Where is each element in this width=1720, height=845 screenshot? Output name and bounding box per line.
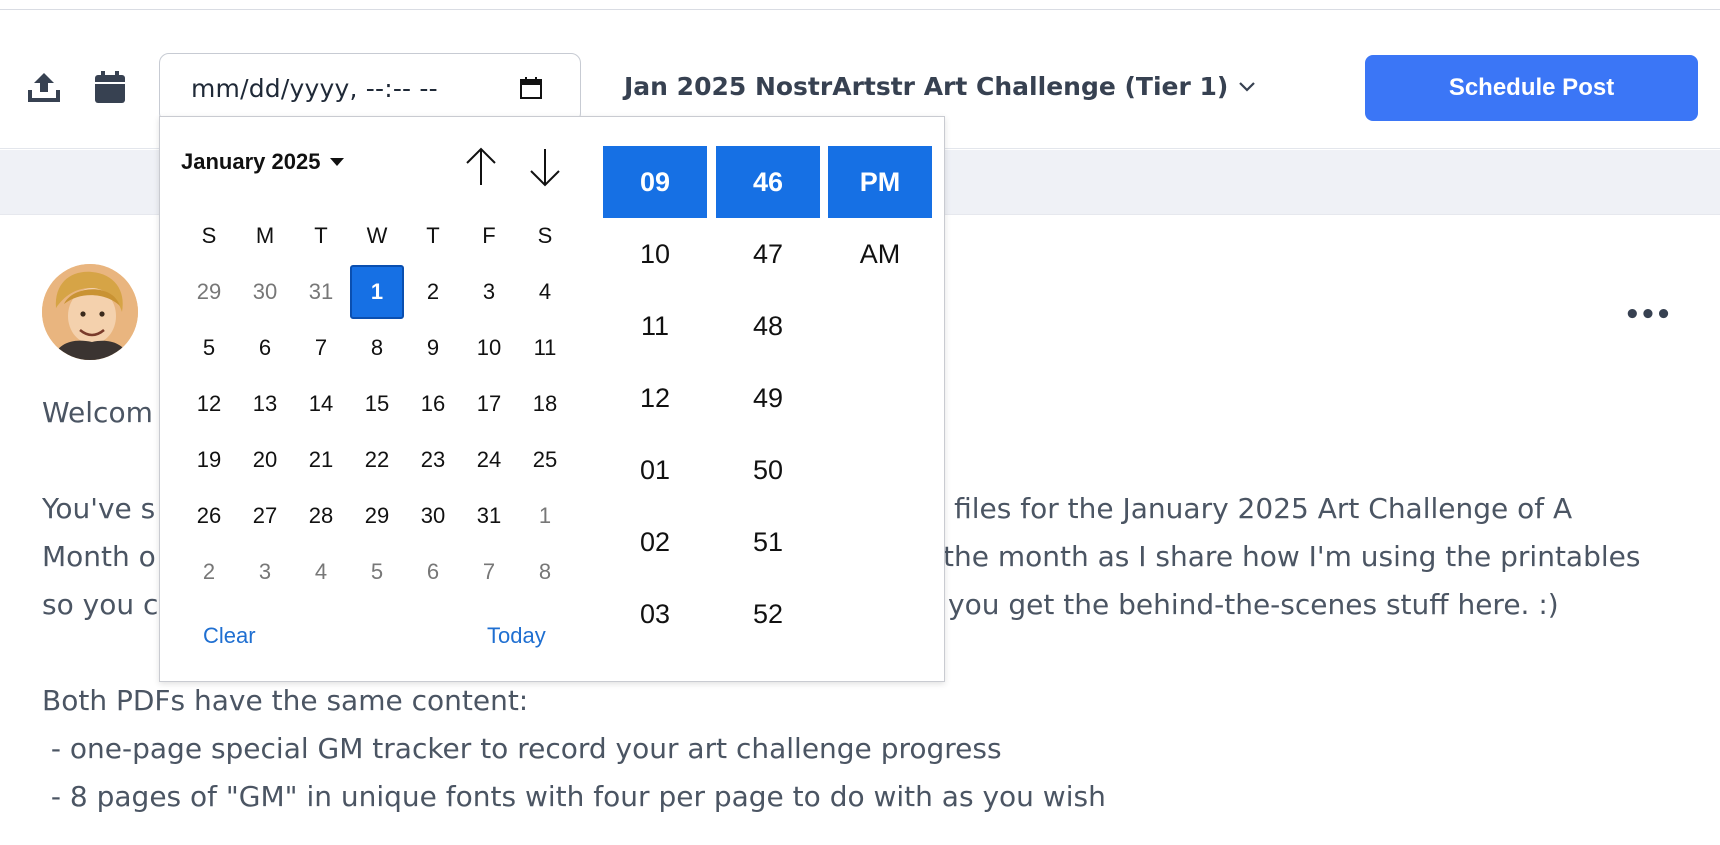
hour-option[interactable]: 09 (603, 146, 707, 218)
calendar-day[interactable]: 14 (294, 377, 348, 431)
calendar-icon[interactable] (91, 68, 129, 106)
calendar-day[interactable]: 10 (462, 321, 516, 375)
calendar-day[interactable]: 7 (294, 321, 348, 375)
post-line-5: Both PDFs have the same content: (42, 684, 529, 717)
calendar-day[interactable]: 21 (294, 433, 348, 487)
calendar-day[interactable]: 29 (182, 265, 236, 319)
calendar-day[interactable]: 30 (238, 265, 292, 319)
weekday-sat: S (537, 223, 553, 248)
ampm-option[interactable]: AM (828, 218, 932, 290)
next-month-arrow-icon[interactable] (525, 145, 565, 189)
weekday-tue: T (314, 223, 328, 248)
hour-option[interactable]: 03 (603, 578, 707, 650)
calendar-day[interactable]: 6 (406, 545, 460, 599)
minute-option[interactable]: 51 (716, 506, 820, 578)
weekday-wed: W (366, 223, 388, 248)
hour-option[interactable]: 10 (603, 218, 707, 290)
schedule-datetime-input[interactable]: mm/dd/yyyy, --:-- -- (159, 53, 581, 123)
challenge-label: Jan 2025 NostrArtstr Art Challenge (Tier… (624, 72, 1229, 101)
more-options-icon[interactable]: ••• (1624, 300, 1672, 330)
upload-icon[interactable] (25, 68, 63, 106)
calendar-day[interactable]: 16 (406, 377, 460, 431)
calendar-day[interactable]: 30 (406, 489, 460, 543)
calendar-day[interactable]: 3 (238, 545, 292, 599)
post-line-4b: you get the behind-the-scenes stuff here… (948, 588, 1559, 621)
calendar-day[interactable]: 1 (518, 489, 572, 543)
calendar-day[interactable]: 28 (294, 489, 348, 543)
weekday-sun: S (201, 223, 217, 248)
calendar-day[interactable]: 5 (350, 545, 404, 599)
post-line-7: - 8 pages of "GM" in unique fonts with f… (42, 780, 1106, 813)
post-line-2a: You've s (42, 492, 156, 525)
previous-month-arrow-icon[interactable] (461, 145, 501, 189)
post-line-3b: the month as I share how I'm using the p… (943, 540, 1641, 573)
minute-option[interactable]: 47 (716, 218, 820, 290)
chevron-down-icon (1239, 81, 1256, 92)
minute-option[interactable]: 52 (716, 578, 820, 650)
calendar-day[interactable]: 4 (294, 545, 348, 599)
calendar-day[interactable]: 31 (294, 265, 348, 319)
calendar-day[interactable]: 2 (182, 545, 236, 599)
today-button[interactable]: Today (487, 623, 546, 649)
hour-option[interactable]: 12 (603, 362, 707, 434)
calendar-day[interactable]: 17 (462, 377, 516, 431)
calendar-day[interactable]: 29 (350, 489, 404, 543)
calendar-day[interactable]: 27 (238, 489, 292, 543)
calendar-day[interactable]: 9 (406, 321, 460, 375)
datetime-picker-popup: January 2025 S M T W T F S 29 30 31 1 2 3 4 5 6 7… (159, 116, 945, 682)
post-line-3a: Month o (42, 540, 156, 573)
minute-option[interactable]: 48 (716, 290, 820, 362)
ampm-option[interactable]: PM (828, 146, 932, 218)
calendar-day[interactable]: 18 (518, 377, 572, 431)
post-line-6: - one-page special GM tracker to record … (42, 732, 1002, 765)
calendar-picker-icon[interactable] (519, 76, 543, 104)
calendar-day[interactable]: 4 (518, 265, 572, 319)
minute-option[interactable]: 50 (716, 434, 820, 506)
calendar-day[interactable]: 7 (462, 545, 516, 599)
post-line-4a: so you c (42, 588, 159, 621)
calendar-day[interactable]: 26 (182, 489, 236, 543)
hour-option[interactable]: 02 (603, 506, 707, 578)
datetime-placeholder: mm/dd/yyyy, --:-- -- (191, 74, 438, 103)
calendar-day[interactable]: 20 (238, 433, 292, 487)
calendar-day[interactable]: 23 (406, 433, 460, 487)
calendar-day[interactable]: 8 (350, 321, 404, 375)
calendar-day[interactable]: 6 (238, 321, 292, 375)
hour-option[interactable]: 11 (603, 290, 707, 362)
window-top-edge (0, 0, 1720, 10)
clear-button[interactable]: Clear (203, 623, 256, 649)
calendar-day[interactable]: 31 (462, 489, 516, 543)
calendar-day[interactable]: 5 (182, 321, 236, 375)
calendar-day[interactable]: 25 (518, 433, 572, 487)
weekday-thu: T (426, 223, 440, 248)
weekday-fri: F (482, 223, 496, 248)
caret-down-icon (330, 158, 345, 166)
hour-option[interactable]: 01 (603, 434, 707, 506)
minute-option[interactable]: 49 (716, 362, 820, 434)
month-year-select[interactable]: January 2025 (181, 149, 345, 175)
weekday-mon: M (255, 223, 275, 248)
calendar-day[interactable]: 13 (238, 377, 292, 431)
calendar-day[interactable]: 24 (462, 433, 516, 487)
minute-option[interactable]: 46 (716, 146, 820, 218)
calendar-day[interactable]: 11 (518, 321, 572, 375)
calendar-day[interactable]: 8 (518, 545, 572, 599)
calendar-day[interactable]: 19 (182, 433, 236, 487)
avatar[interactable] (42, 264, 138, 360)
calendar-day[interactable]: 2 (406, 265, 460, 319)
calendar-day[interactable]: 1 (350, 265, 404, 319)
calendar-day[interactable]: 15 (350, 377, 404, 431)
month-year-label: January 2025 (181, 149, 321, 174)
challenge-dropdown[interactable]: Jan 2025 NostrArtstr Art Challenge (Tier… (624, 72, 1256, 101)
calendar-day[interactable]: 3 (462, 265, 516, 319)
calendar-day[interactable]: 22 (350, 433, 404, 487)
post-line-1: Welcom (42, 396, 153, 429)
calendar-day[interactable]: 12 (182, 377, 236, 431)
post-line-2b: e files for the January 2025 Art Challen… (928, 492, 1573, 525)
schedule-post-button[interactable]: Schedule Post (1365, 55, 1698, 121)
